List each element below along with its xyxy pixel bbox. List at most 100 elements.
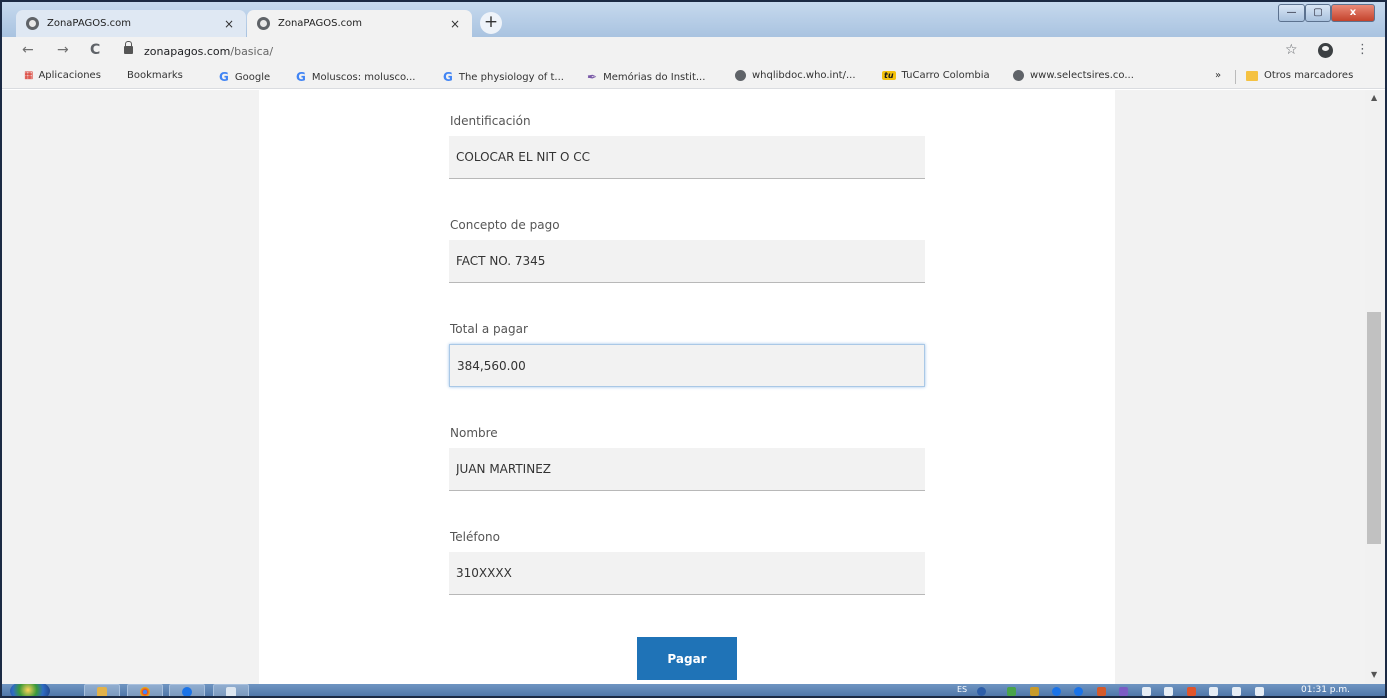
screen-frame: ZonaPAGOS.com × ZonaPAGOS.com × + — ▢ x …	[0, 0, 1387, 698]
identificacion-label: Identificación	[450, 114, 531, 128]
network-icon[interactable]	[1164, 687, 1173, 696]
tray-red-icon[interactable]	[1097, 687, 1106, 696]
tab-close-icon[interactable]: ×	[450, 17, 460, 31]
other-bookmarks[interactable]: Otros marcadores	[1246, 70, 1353, 81]
concepto-input[interactable]	[449, 240, 925, 283]
help-icon[interactable]	[977, 687, 986, 696]
folder-icon	[97, 687, 107, 696]
menu-icon[interactable]: ⋮	[1356, 42, 1369, 57]
taskbar-teamviewer[interactable]	[169, 684, 205, 696]
volume-icon[interactable]	[1142, 687, 1151, 696]
battery-icon[interactable]	[1255, 687, 1264, 696]
bookmark-physiology[interactable]: G The physiology of t...	[443, 70, 564, 84]
payment-form-panel: Identificación Concepto de pago Total a …	[259, 90, 1115, 684]
globe-icon	[1013, 70, 1024, 81]
feather-icon: ✒	[587, 70, 598, 84]
apps-grid-icon: ▦	[24, 70, 34, 81]
tab-title: ZonaPAGOS.com	[47, 18, 131, 29]
bookmark-label: TuCarro Colombia	[901, 70, 990, 81]
bookmarks-bar: ▦ Aplicaciones ★Bookmarks G Google G Molusc…	[2, 65, 1385, 89]
nombre-label: Nombre	[450, 426, 498, 440]
bookmark-label: Otros marcadores	[1264, 70, 1354, 81]
bookmark-label: www.selectsires.co...	[1030, 70, 1134, 81]
tray-orange-icon[interactable]	[1187, 687, 1196, 696]
scroll-up-arrow-icon[interactable]: ▲	[1371, 93, 1377, 102]
language-indicator[interactable]: ES	[957, 685, 967, 694]
page-viewport: Identificación Concepto de pago Total a …	[2, 90, 1365, 684]
bookmark-memorias[interactable]: ✒ Memórias do Instit...	[587, 70, 705, 84]
app-icon	[226, 687, 236, 696]
tab-zonapagos-2[interactable]: ZonaPAGOS.com ×	[247, 10, 472, 37]
bookmark-bookmarks[interactable]: ★Bookmarks	[127, 70, 183, 81]
concepto-label: Concepto de pago	[450, 218, 560, 232]
bookmark-label: Bookmarks	[127, 70, 183, 81]
tray-blue-icon[interactable]	[1052, 687, 1061, 696]
pagar-button[interactable]: Pagar	[637, 637, 737, 680]
reload-button[interactable]: C	[90, 42, 100, 58]
bookmarks-divider	[1235, 70, 1236, 84]
tray-green-icon[interactable]	[1007, 687, 1016, 696]
teamviewer-icon	[182, 687, 192, 696]
url-domain: zonapagos.com	[144, 45, 231, 58]
bookmark-whqlibdoc[interactable]: whqlibdoc.who.int/...	[735, 70, 856, 81]
lock-icon[interactable]	[124, 41, 133, 54]
url-text[interactable]: zonapagos.com/basica/	[144, 45, 273, 58]
bookmark-google[interactable]: G Google	[219, 70, 270, 84]
tray-yellow-icon[interactable]	[1030, 687, 1039, 696]
bookmarks-overflow-button[interactable]: »	[1215, 70, 1221, 81]
display-icon[interactable]	[1232, 687, 1241, 696]
bookmark-label: Aplicaciones	[38, 70, 101, 81]
tab-title: ZonaPAGOS.com	[278, 18, 362, 29]
bookmark-label: whqlibdoc.who.int/...	[752, 70, 856, 81]
globe-icon	[257, 17, 270, 30]
omnibox[interactable]	[114, 40, 1274, 62]
maximize-button[interactable]: ▢	[1305, 4, 1331, 22]
scroll-down-arrow-icon[interactable]: ▼	[1371, 670, 1377, 679]
new-tab-button[interactable]: +	[480, 12, 502, 34]
scrollbar-thumb[interactable]	[1367, 312, 1381, 544]
vertical-scrollbar[interactable]: ▲ ▼	[1365, 90, 1385, 684]
address-bar: ← → C zonapagos.com/basica/ ☆ ⋮	[2, 37, 1385, 65]
total-label: Total a pagar	[450, 322, 528, 336]
bookmark-selectsires[interactable]: www.selectsires.co...	[1013, 70, 1134, 81]
globe-icon	[735, 70, 746, 81]
tray-purple-icon[interactable]	[1119, 687, 1128, 696]
telefono-label: Teléfono	[450, 530, 500, 544]
bookmark-aplicaciones[interactable]: ▦ Aplicaciones	[24, 70, 101, 81]
total-input[interactable]	[449, 344, 925, 387]
identificacion-input[interactable]	[449, 136, 925, 179]
google-icon: G	[443, 70, 453, 84]
back-button[interactable]: ←	[22, 42, 34, 58]
start-button[interactable]	[10, 684, 50, 696]
bookmark-label: Moluscos: molusco...	[311, 71, 416, 83]
taskbar-explorer[interactable]	[84, 684, 120, 696]
taskbar-app[interactable]	[213, 684, 249, 696]
bookmark-label: Memórias do Instit...	[603, 71, 706, 83]
url-path: /basica/	[230, 45, 274, 58]
browser-titlebar: ZonaPAGOS.com × ZonaPAGOS.com × + — ▢ x	[2, 2, 1385, 37]
windows-taskbar: ES 01:31 p.m.	[2, 684, 1385, 696]
nombre-input[interactable]	[449, 448, 925, 491]
minimize-button[interactable]: —	[1278, 4, 1305, 22]
google-icon: G	[296, 70, 306, 84]
tab-close-icon[interactable]: ×	[224, 17, 234, 31]
taskbar-clock[interactable]: 01:31 p.m.	[1301, 685, 1350, 695]
tab-zonapagos-1[interactable]: ZonaPAGOS.com ×	[16, 10, 246, 37]
taskbar-chrome[interactable]	[127, 684, 163, 696]
bookmark-star-icon[interactable]: ☆	[1285, 42, 1298, 58]
account-icon[interactable]	[1318, 43, 1333, 58]
chrome-icon	[140, 687, 150, 696]
globe-icon	[26, 17, 39, 30]
folder-icon	[1246, 70, 1258, 81]
telefono-input[interactable]	[449, 552, 925, 595]
forward-button[interactable]: →	[57, 42, 69, 58]
bookmark-label: Google	[234, 71, 271, 83]
tucarro-icon: tu	[882, 71, 896, 80]
bookmark-label: The physiology of t...	[458, 71, 564, 83]
teamviewer-tray-icon[interactable]	[1074, 687, 1083, 696]
bookmark-tucarro[interactable]: tu TuCarro Colombia	[882, 70, 990, 81]
flag-icon[interactable]	[1209, 687, 1218, 696]
close-window-button[interactable]: x	[1331, 4, 1375, 22]
bookmark-moluscos[interactable]: G Moluscos: molusco...	[296, 70, 415, 84]
google-icon: G	[219, 70, 229, 84]
